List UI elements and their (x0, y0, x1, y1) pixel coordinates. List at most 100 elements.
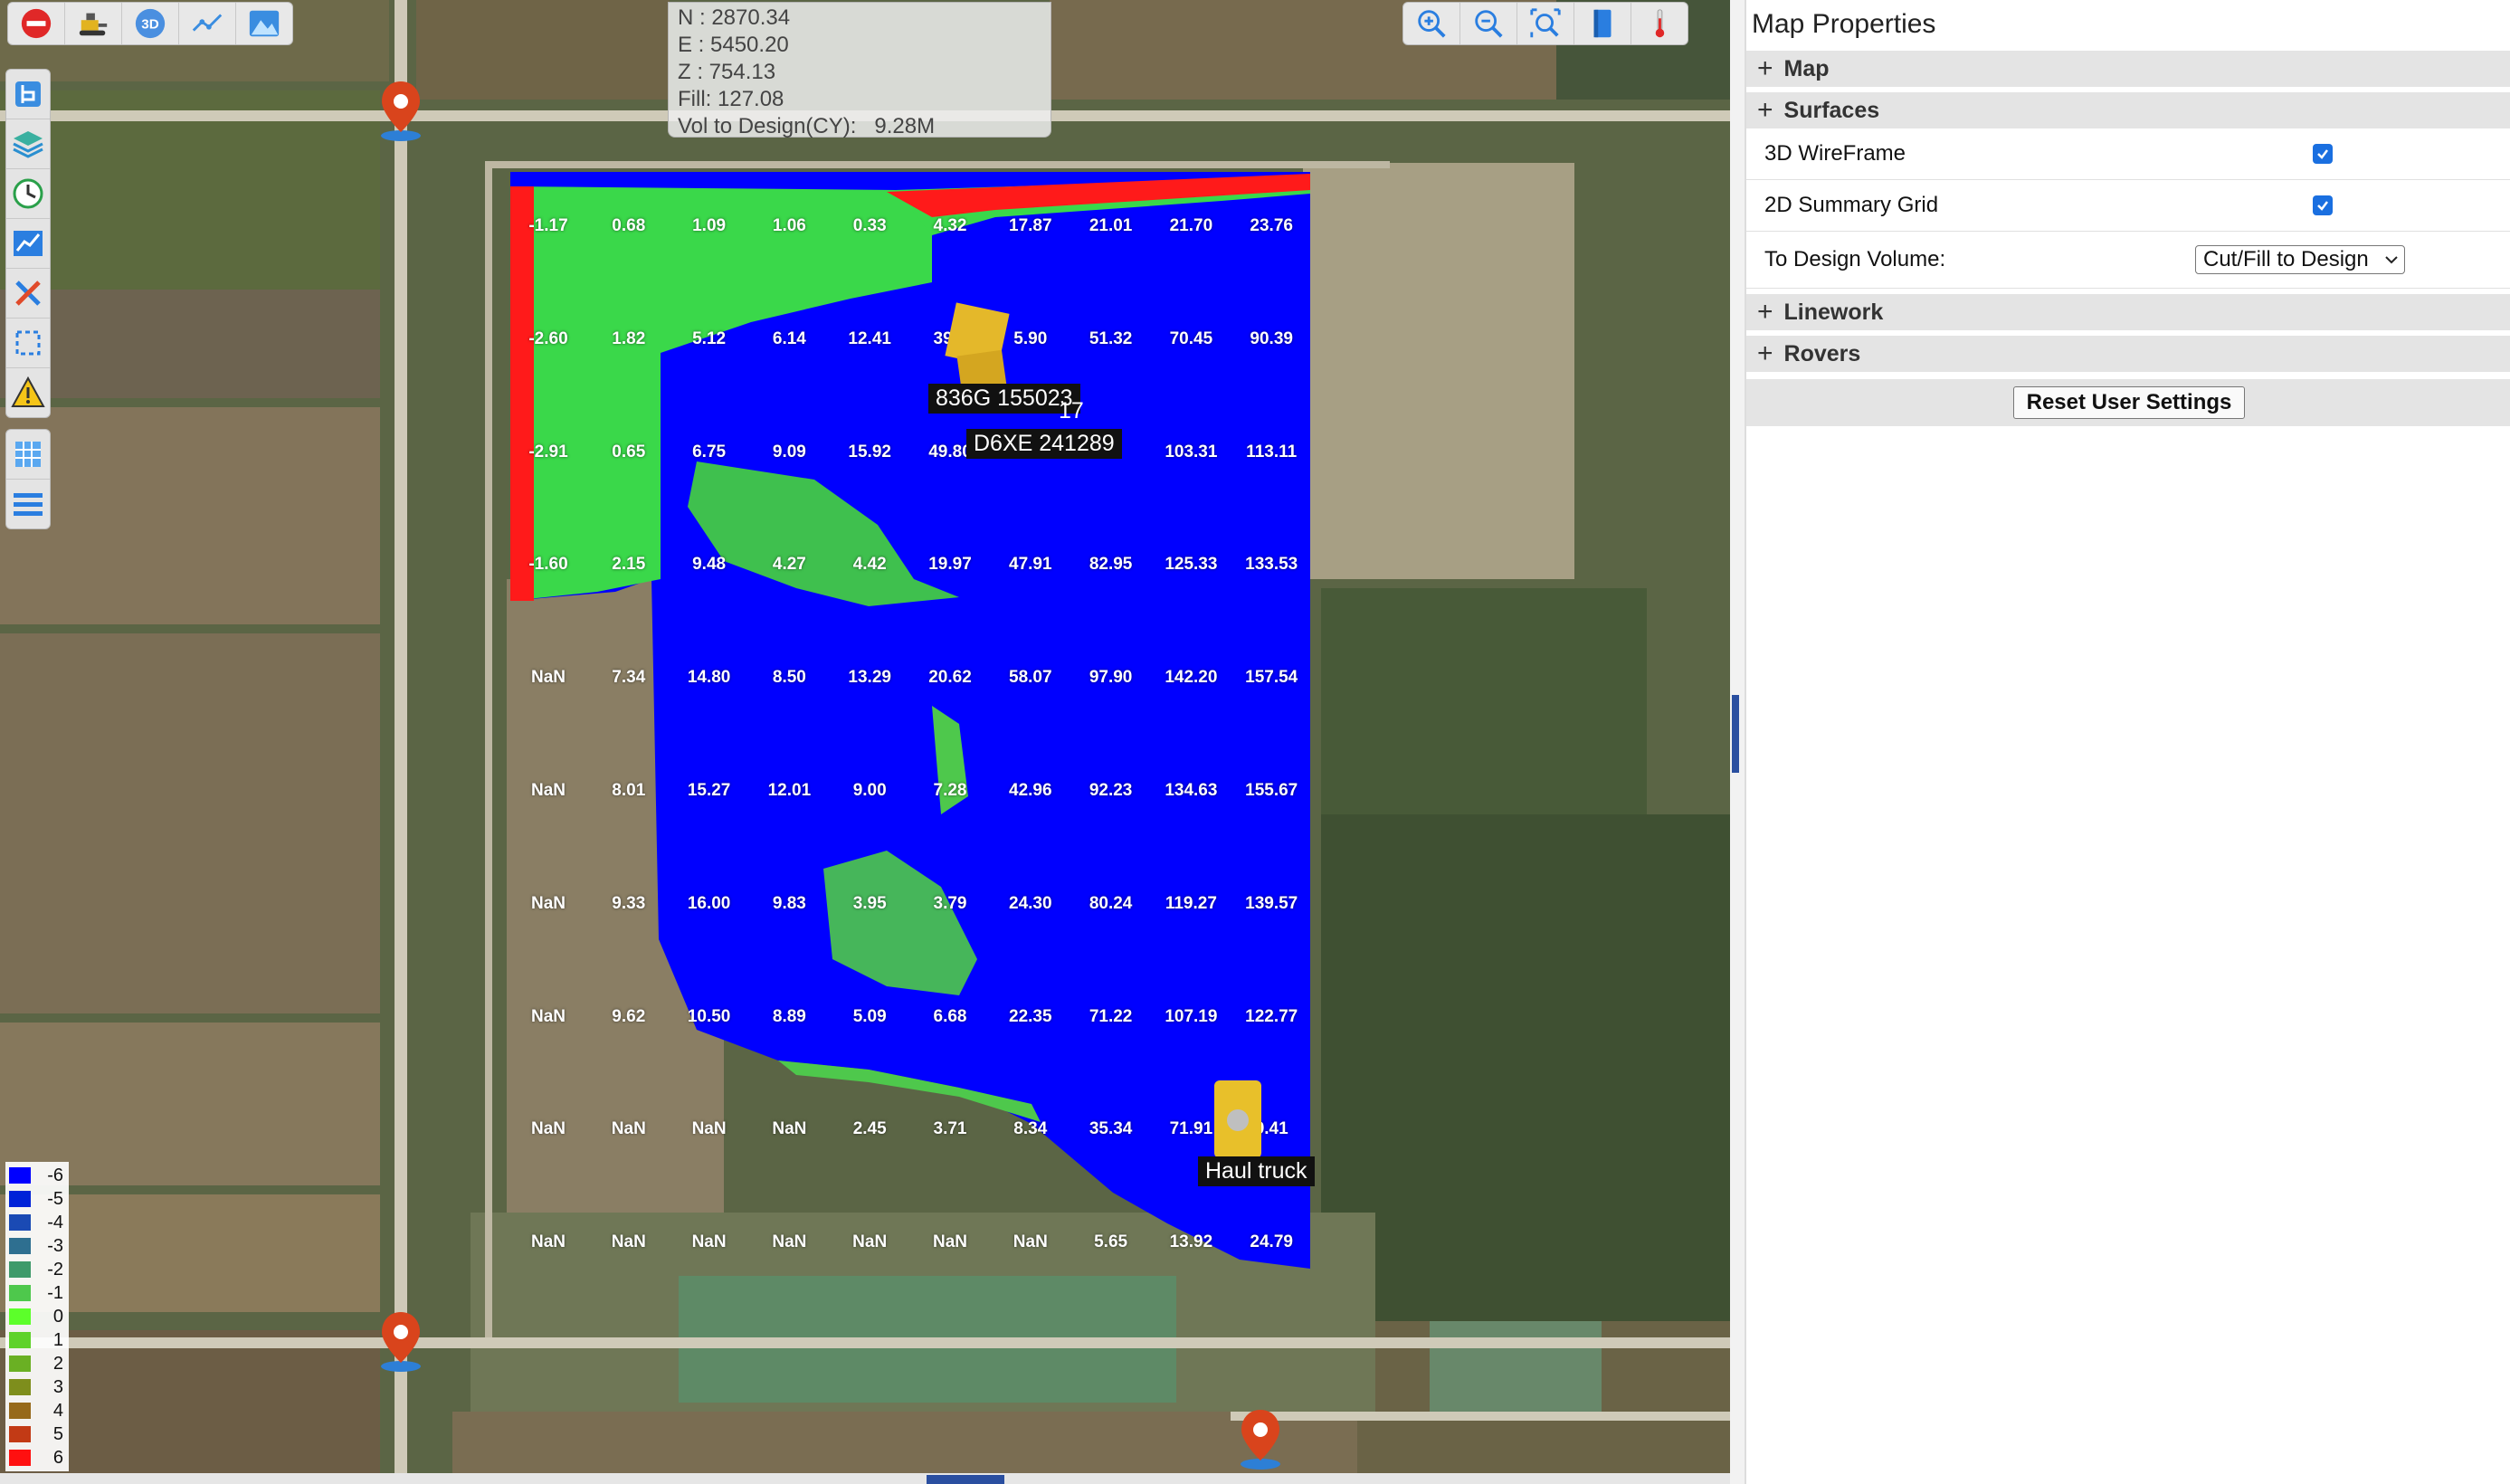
grid-cell-value: 4.27 (772, 555, 806, 575)
coordinate-readout: N : 2870.34 E : 5450.20 Z : 754.13 Fill:… (668, 2, 1051, 138)
machines-button[interactable] (65, 3, 122, 44)
top-left-toolbar: 3D (7, 2, 293, 45)
grid-cell-value: 35.34 (1089, 1119, 1133, 1139)
chart-icon (14, 231, 43, 256)
grid-cell-value: NaN (611, 1119, 646, 1139)
grid-cell-value: 10.50 (687, 1006, 731, 1026)
grid-button[interactable] (6, 430, 50, 480)
grid-cell-value: 90.39 (1250, 328, 1293, 348)
grid-cell-value: 9.83 (772, 893, 806, 913)
3d-icon: 3D (135, 8, 166, 39)
reset-user-settings-button[interactable]: Reset User Settings (2012, 386, 2246, 419)
grid-cell-value: 2.15 (612, 555, 646, 575)
bottom-resize-handle[interactable] (927, 1475, 1004, 1484)
grid-cell-value: 5.12 (692, 328, 727, 348)
grid-cell-value: NaN (611, 1232, 646, 1252)
grid-cell-value: 6.14 (772, 328, 806, 348)
map-view[interactable]: -1.17 0.68 1.09 1.06 0.33 4.32 17.87 21.01 21.70… (0, 0, 1730, 1473)
grid-cell-value: 8.89 (772, 1006, 806, 1026)
haul-truck-icon[interactable] (1209, 1077, 1267, 1164)
zoom-in-button[interactable] (1403, 3, 1460, 44)
legend-label: 3 (52, 1376, 63, 1397)
list-button[interactable] (6, 480, 50, 528)
legend-label: -2 (47, 1259, 63, 1279)
grid-cell-value: NaN (772, 1119, 807, 1139)
grid-cell-value: 9.33 (612, 893, 646, 913)
grid-cell-value: 3.79 (933, 893, 967, 913)
zoom-extents-button[interactable] (1517, 3, 1574, 44)
panel-resize-handle[interactable] (1732, 695, 1739, 773)
map-pin-icon[interactable] (378, 80, 423, 143)
design-icon (15, 81, 41, 107)
grid-cell-value: 133.53 (1245, 555, 1298, 575)
grid-cell-value: 42.96 (1009, 781, 1052, 800)
section-linework[interactable]: + Linework (1746, 294, 2510, 330)
machine-label-d6xe[interactable]: D6XE 241289 (966, 429, 1122, 459)
grid-cell-value: 157.54 (1245, 668, 1298, 688)
boundary-button[interactable] (6, 319, 50, 368)
section-surfaces[interactable]: + Surfaces (1746, 92, 2510, 128)
legend-swatch (9, 1356, 31, 1372)
grid-icon (15, 442, 41, 467)
grid-cell-value: 4.32 (933, 216, 967, 235)
stop-button[interactable] (8, 3, 65, 44)
zoom-out-button[interactable] (1460, 3, 1517, 44)
section-rovers-label: Rovers (1783, 340, 1861, 366)
machine-label-haul-truck[interactable]: Haul truck (1198, 1156, 1315, 1186)
zoom-out-icon (1475, 10, 1503, 38)
east-readout: E : 5450.20 (678, 33, 789, 57)
history-clock-icon (13, 178, 43, 209)
grid-cell-value: 21.01 (1089, 216, 1133, 235)
design-volume-value: Cut/Fill to Design (2203, 247, 2369, 271)
section-surfaces-label: Surfaces (1783, 97, 1880, 123)
summary-grid-row: 2D Summary Grid (1746, 180, 2510, 232)
map-pin-icon[interactable] (378, 1310, 423, 1374)
section-rovers[interactable]: + Rovers (1746, 336, 2510, 372)
summary-grid-checkbox[interactable] (2313, 195, 2333, 215)
map-pin-icon[interactable] (1238, 1408, 1283, 1471)
grid-cell-value: 71.22 (1089, 1006, 1133, 1026)
expand-icon: + (1757, 53, 1773, 83)
design-volume-select[interactable]: Cut/Fill to Design (2195, 245, 2405, 274)
legend-label: 5 (52, 1423, 63, 1444)
warning-button[interactable] (6, 368, 50, 417)
terrain-button[interactable] (236, 3, 292, 44)
legend-entry: 3 (5, 1375, 69, 1399)
chart-button[interactable] (6, 219, 50, 269)
legend-swatch (9, 1238, 31, 1254)
machine-icon (79, 13, 108, 36)
grid-cell-value: 8.01 (612, 781, 646, 800)
grid-cell-value: 47.91 (1009, 555, 1052, 575)
grid-cell-value: 92.23 (1089, 781, 1133, 800)
section-linework-label: Linework (1783, 299, 1884, 325)
grid-cell-value: 9.62 (612, 1006, 646, 1026)
tools-button[interactable] (6, 269, 50, 319)
grid-cell-value: NaN (691, 1119, 727, 1139)
expand-icon: + (1757, 338, 1773, 368)
left-toolbar (5, 69, 51, 418)
grid-cell-value: NaN (932, 1232, 968, 1252)
legend-entry: 2 (5, 1352, 69, 1375)
legend-entry: -1 (5, 1281, 69, 1305)
grid-cell-value: NaN (530, 1006, 566, 1026)
wireframe-checkbox[interactable] (2313, 144, 2333, 164)
grid-cell-value: NaN (530, 668, 566, 688)
history-button[interactable] (6, 169, 50, 219)
section-map[interactable]: + Map (1746, 51, 2510, 87)
layers-button[interactable] (6, 119, 50, 169)
design-button[interactable] (6, 70, 50, 119)
legend-label: 4 (52, 1400, 63, 1421)
map-properties-panel: Map Properties + Map + Surfaces 3D WireF… (1745, 0, 2510, 1484)
panel-title: Map Properties (1752, 9, 1936, 39)
3d-view-button[interactable]: 3D (122, 3, 179, 44)
grid-cell-value: 16.00 (687, 893, 731, 913)
grid-cell-value: 9.09 (772, 442, 806, 461)
grid-cell-value: 15.92 (848, 442, 891, 461)
measure-button[interactable] (179, 3, 236, 44)
grid-cell-value: -1.17 (528, 216, 568, 235)
temperature-button[interactable] (1631, 3, 1688, 44)
legend-swatch (9, 1214, 31, 1231)
section-map-label: Map (1783, 55, 1830, 81)
book-button[interactable] (1574, 3, 1631, 44)
grid-cell-value: 49.80 (928, 442, 972, 461)
